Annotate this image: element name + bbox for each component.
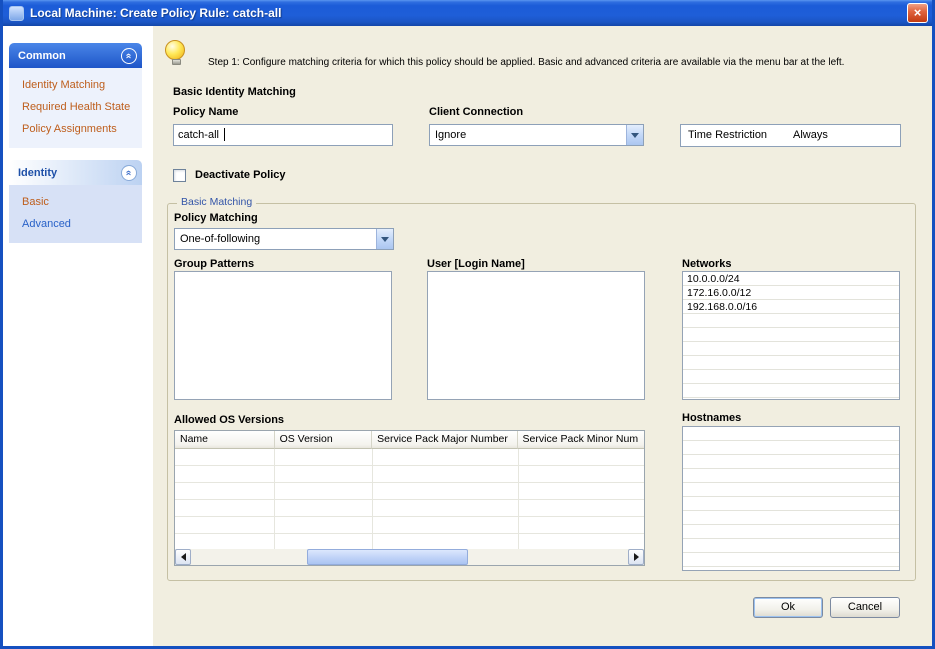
step-instruction: Step 1: Configure matching criteria for … bbox=[208, 57, 845, 68]
client-connection-dropdown[interactable]: Ignore bbox=[429, 124, 644, 146]
policy-name-label: Policy Name bbox=[173, 106, 239, 118]
window-icon bbox=[9, 5, 24, 21]
chevron-up-icon[interactable]: » bbox=[121, 47, 137, 64]
scrollbar-thumb[interactable] bbox=[307, 549, 468, 565]
client-connection-value: Ignore bbox=[435, 129, 467, 141]
sidebar-section-common-items: Identity Matching Required Health State Po… bbox=[9, 68, 142, 148]
sidebar-item[interactable]: Basic bbox=[9, 191, 142, 213]
networks-listbox[interactable]: 10.0.0.0/24 172.16.0.0/12 192.168.0.0/16 bbox=[682, 271, 900, 400]
sidebar-section-identity-items: Basic Advanced bbox=[9, 185, 142, 243]
dropdown-arrow-icon[interactable] bbox=[626, 125, 643, 145]
user-login-label: User [Login Name] bbox=[427, 258, 525, 270]
dropdown-arrow-icon[interactable] bbox=[376, 229, 393, 249]
group-patterns-label: Group Patterns bbox=[174, 258, 255, 270]
time-restriction-value: Always bbox=[793, 129, 828, 141]
policy-matching-value: One-of-following bbox=[180, 233, 261, 245]
allowed-os-table[interactable]: Name OS Version Service Pack Major Number S… bbox=[174, 430, 645, 566]
time-restriction-label: Time Restriction bbox=[688, 129, 768, 141]
scroll-left-icon[interactable] bbox=[175, 549, 191, 565]
policy-name-input[interactable] bbox=[173, 124, 393, 146]
lightbulb-icon bbox=[165, 40, 187, 65]
dialog-window: Local Machine: Create Policy Rule: catch… bbox=[0, 0, 935, 649]
dialog-body: Common » Identity Matching Required Healt… bbox=[3, 26, 932, 646]
network-list-item[interactable]: 192.168.0.0/16 bbox=[683, 300, 899, 314]
sidebar-section-common-header[interactable]: Common » bbox=[9, 43, 142, 68]
ok-button[interactable]: Ok bbox=[753, 597, 823, 618]
scroll-right-icon[interactable] bbox=[628, 549, 644, 565]
allowed-os-label: Allowed OS Versions bbox=[174, 414, 285, 426]
title-bar[interactable]: Local Machine: Create Policy Rule: catch… bbox=[3, 0, 932, 26]
column-header[interactable]: Service Pack Minor Num bbox=[517, 431, 644, 449]
sidebar-item[interactable]: Advanced bbox=[9, 213, 142, 235]
sidebar: Common » Identity Matching Required Healt… bbox=[9, 43, 142, 243]
hostnames-label: Hostnames bbox=[682, 412, 742, 424]
group-patterns-listbox[interactable] bbox=[174, 271, 392, 400]
time-restriction-field[interactable]: Time Restriction Always bbox=[680, 124, 901, 147]
close-icon[interactable]: × bbox=[907, 3, 928, 23]
column-header[interactable]: Name bbox=[175, 431, 275, 449]
deactivate-policy-checkbox[interactable] bbox=[173, 169, 186, 182]
grid-line bbox=[518, 449, 519, 549]
horizontal-scrollbar[interactable] bbox=[175, 549, 644, 565]
user-login-listbox[interactable] bbox=[427, 271, 645, 400]
window-title: Local Machine: Create Policy Rule: catch… bbox=[30, 6, 282, 20]
sidebar-item[interactable]: Required Health State bbox=[9, 96, 142, 118]
sidebar-section-identity-title: Identity bbox=[18, 166, 58, 179]
sidebar-section-identity-header[interactable]: Identity » bbox=[9, 160, 142, 185]
sidebar-item[interactable]: Policy Assignments bbox=[9, 118, 142, 140]
basic-matching-legend: Basic Matching bbox=[177, 196, 257, 208]
allowed-os-header-row: Name OS Version Service Pack Major Number S… bbox=[175, 431, 644, 449]
networks-label: Networks bbox=[682, 258, 732, 270]
allowed-os-body[interactable] bbox=[175, 449, 644, 549]
network-list-item[interactable]: 10.0.0.0/24 bbox=[683, 272, 899, 286]
scrollbar-track[interactable] bbox=[191, 549, 628, 565]
client-connection-label: Client Connection bbox=[429, 106, 524, 118]
column-header[interactable]: Service Pack Major Number bbox=[372, 431, 518, 449]
policy-matching-label: Policy Matching bbox=[174, 212, 258, 224]
section-heading: Basic Identity Matching bbox=[173, 86, 296, 98]
sidebar-item[interactable]: Identity Matching bbox=[9, 74, 142, 96]
text-caret bbox=[224, 128, 225, 141]
hostnames-listbox[interactable] bbox=[682, 426, 900, 571]
policy-name-field bbox=[173, 124, 393, 146]
main-panel: Step 1: Configure matching criteria for … bbox=[153, 26, 932, 646]
sidebar-section-common-title: Common bbox=[18, 49, 66, 62]
cancel-button[interactable]: Cancel bbox=[830, 597, 900, 618]
grid-line bbox=[372, 449, 373, 549]
deactivate-policy-label: Deactivate Policy bbox=[195, 169, 286, 181]
column-header[interactable]: OS Version bbox=[274, 431, 373, 449]
policy-matching-dropdown[interactable]: One-of-following bbox=[174, 228, 394, 250]
grid-line bbox=[274, 449, 275, 549]
chevron-up-icon[interactable]: » bbox=[121, 164, 137, 181]
network-list-item[interactable]: 172.16.0.0/12 bbox=[683, 286, 899, 300]
